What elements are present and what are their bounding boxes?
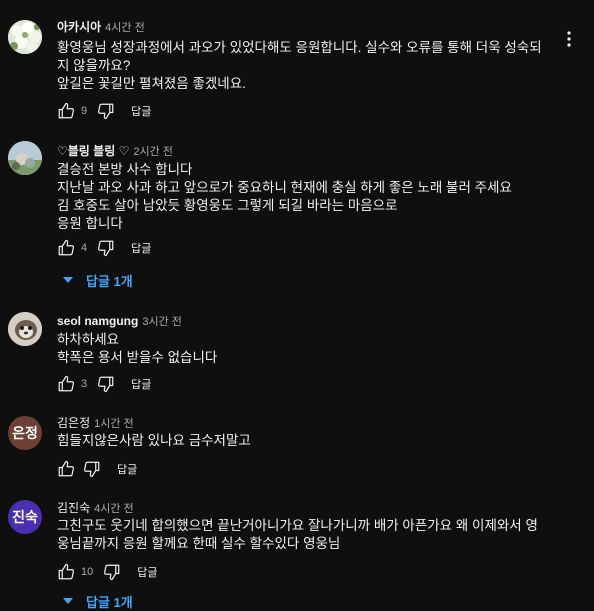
comment-header: seol namgung 3시간 전 — [57, 313, 182, 329]
more-vert-icon[interactable] — [566, 30, 572, 48]
comment-text: 황영웅님 성장과정에서 과오가 있었다해도 응원합니다. 실수와 오류를 통해 … — [57, 39, 554, 93]
comment-line: 응원 합니다 — [57, 216, 123, 231]
thumb-down-icon[interactable] — [97, 375, 115, 393]
comment-actions: 답글 — [57, 459, 137, 479]
thumb-up-icon[interactable] — [57, 102, 75, 120]
comment-header: 김은정 1시간 전 — [57, 414, 134, 431]
comment-time[interactable]: 3시간 전 — [142, 316, 182, 328]
caret-down-icon — [63, 277, 73, 283]
thumb-down-icon[interactable] — [97, 239, 115, 257]
comment-text: 결승전 본방 사수 합니다 지난날 과오 사과 하고 앞으로가 중요하니 현재에… — [57, 161, 554, 233]
comment-line: 황영웅님 성장과정에서 과오가 있었다해도 응원합니다. 실수와 오류를 통해 … — [57, 40, 542, 55]
comment-time[interactable]: 4시간 전 — [94, 503, 134, 515]
reply-button[interactable]: 답글 — [137, 564, 157, 580]
comment-header: 아카시아 4시간 전 — [57, 18, 145, 35]
comment-text: 그친구도 웃기네 합의했으면 끝난거아니가요 잘나가니까 배가 아픈가요 왜 이… — [57, 517, 554, 553]
comment-line: 하차하세요 — [57, 332, 120, 347]
avatar[interactable] — [8, 141, 42, 175]
replies-count-label: 답글 1개 — [86, 273, 133, 289]
replies-count-label: 답글 1개 — [86, 594, 133, 610]
thumb-down-icon[interactable] — [97, 102, 115, 120]
thumb-down-icon[interactable] — [103, 563, 121, 581]
comment-text: 힘들지않은사람 있나요 금수저말고 — [57, 432, 554, 450]
comment-actions: 4 답글 — [57, 238, 151, 258]
comment-actions: 10 답글 — [57, 562, 158, 582]
avatar[interactable]: 은정 — [8, 416, 42, 450]
author-name[interactable]: ♡블링 블링 ♡ — [57, 144, 129, 158]
thumb-up-icon[interactable] — [57, 239, 75, 257]
reply-button[interactable]: 답글 — [131, 240, 151, 256]
reply-button[interactable]: 답글 — [131, 103, 151, 119]
author-name[interactable]: 김진숙 — [57, 501, 90, 515]
comment-actions: 3 답글 — [57, 374, 151, 394]
comment-line: 힘들지않은사람 있나요 금수저말고 — [57, 433, 251, 448]
comment-line: 앞길은 꽃길만 펼쳐졌음 좋겠네요. — [57, 76, 246, 91]
like-count: 10 — [81, 566, 94, 578]
comment-actions: 9 답글 — [57, 101, 151, 121]
view-replies-button[interactable]: 답글 1개 — [62, 591, 133, 611]
author-name[interactable]: 김은정 — [57, 416, 90, 430]
view-replies-button[interactable]: 답글 1개 — [62, 270, 133, 290]
author-name[interactable]: 아카시아 — [57, 20, 101, 34]
avatar[interactable] — [8, 312, 42, 346]
comment-header: ♡블링 블링 ♡ 2시간 전 — [57, 142, 173, 159]
thumb-up-icon[interactable] — [57, 375, 75, 393]
comment-time[interactable]: 4시간 전 — [105, 22, 145, 34]
comment-line: 학폭은 용서 받을수 없습니다 — [57, 350, 218, 365]
comment-time[interactable]: 2시간 전 — [133, 146, 173, 158]
comment-header: 김진숙 4시간 전 — [57, 499, 134, 516]
author-name[interactable]: seol namgung — [57, 314, 138, 328]
like-count: 4 — [81, 242, 88, 254]
reply-button[interactable]: 답글 — [117, 461, 137, 477]
like-count: 9 — [81, 105, 88, 117]
comment-line: 웅님끝까지 응원 할께요 한때 실수 할수있다 영웅님 — [57, 536, 341, 551]
comment-line: 지 않을까요? — [57, 58, 131, 73]
comment-line: 그친구도 웃기네 합의했으면 끝난거아니가요 잘나가니까 배가 아픈가요 왜 이… — [57, 518, 538, 533]
comment-line: 결승전 본방 사수 합니다 — [57, 162, 193, 177]
avatar[interactable]: 진숙 — [8, 500, 42, 534]
comment-text: 하차하세요 학폭은 용서 받을수 없습니다 — [57, 331, 554, 367]
avatar[interactable] — [8, 20, 42, 54]
comment-line: 지난날 과오 사과 하고 앞으로가 중요하니 현재에 충실 하게 좋은 노래 불… — [57, 180, 512, 195]
caret-down-icon — [63, 598, 73, 604]
comment-line: 김 호중도 살아 남았듯 황영웅도 그렇게 되길 바라는 마음으로 — [57, 198, 398, 213]
comment-time[interactable]: 1시간 전 — [94, 418, 134, 430]
thumb-up-icon[interactable] — [57, 460, 75, 478]
thumb-down-icon[interactable] — [83, 460, 101, 478]
thumb-up-icon[interactable] — [57, 563, 75, 581]
like-count: 3 — [81, 378, 88, 390]
reply-button[interactable]: 답글 — [131, 376, 151, 392]
